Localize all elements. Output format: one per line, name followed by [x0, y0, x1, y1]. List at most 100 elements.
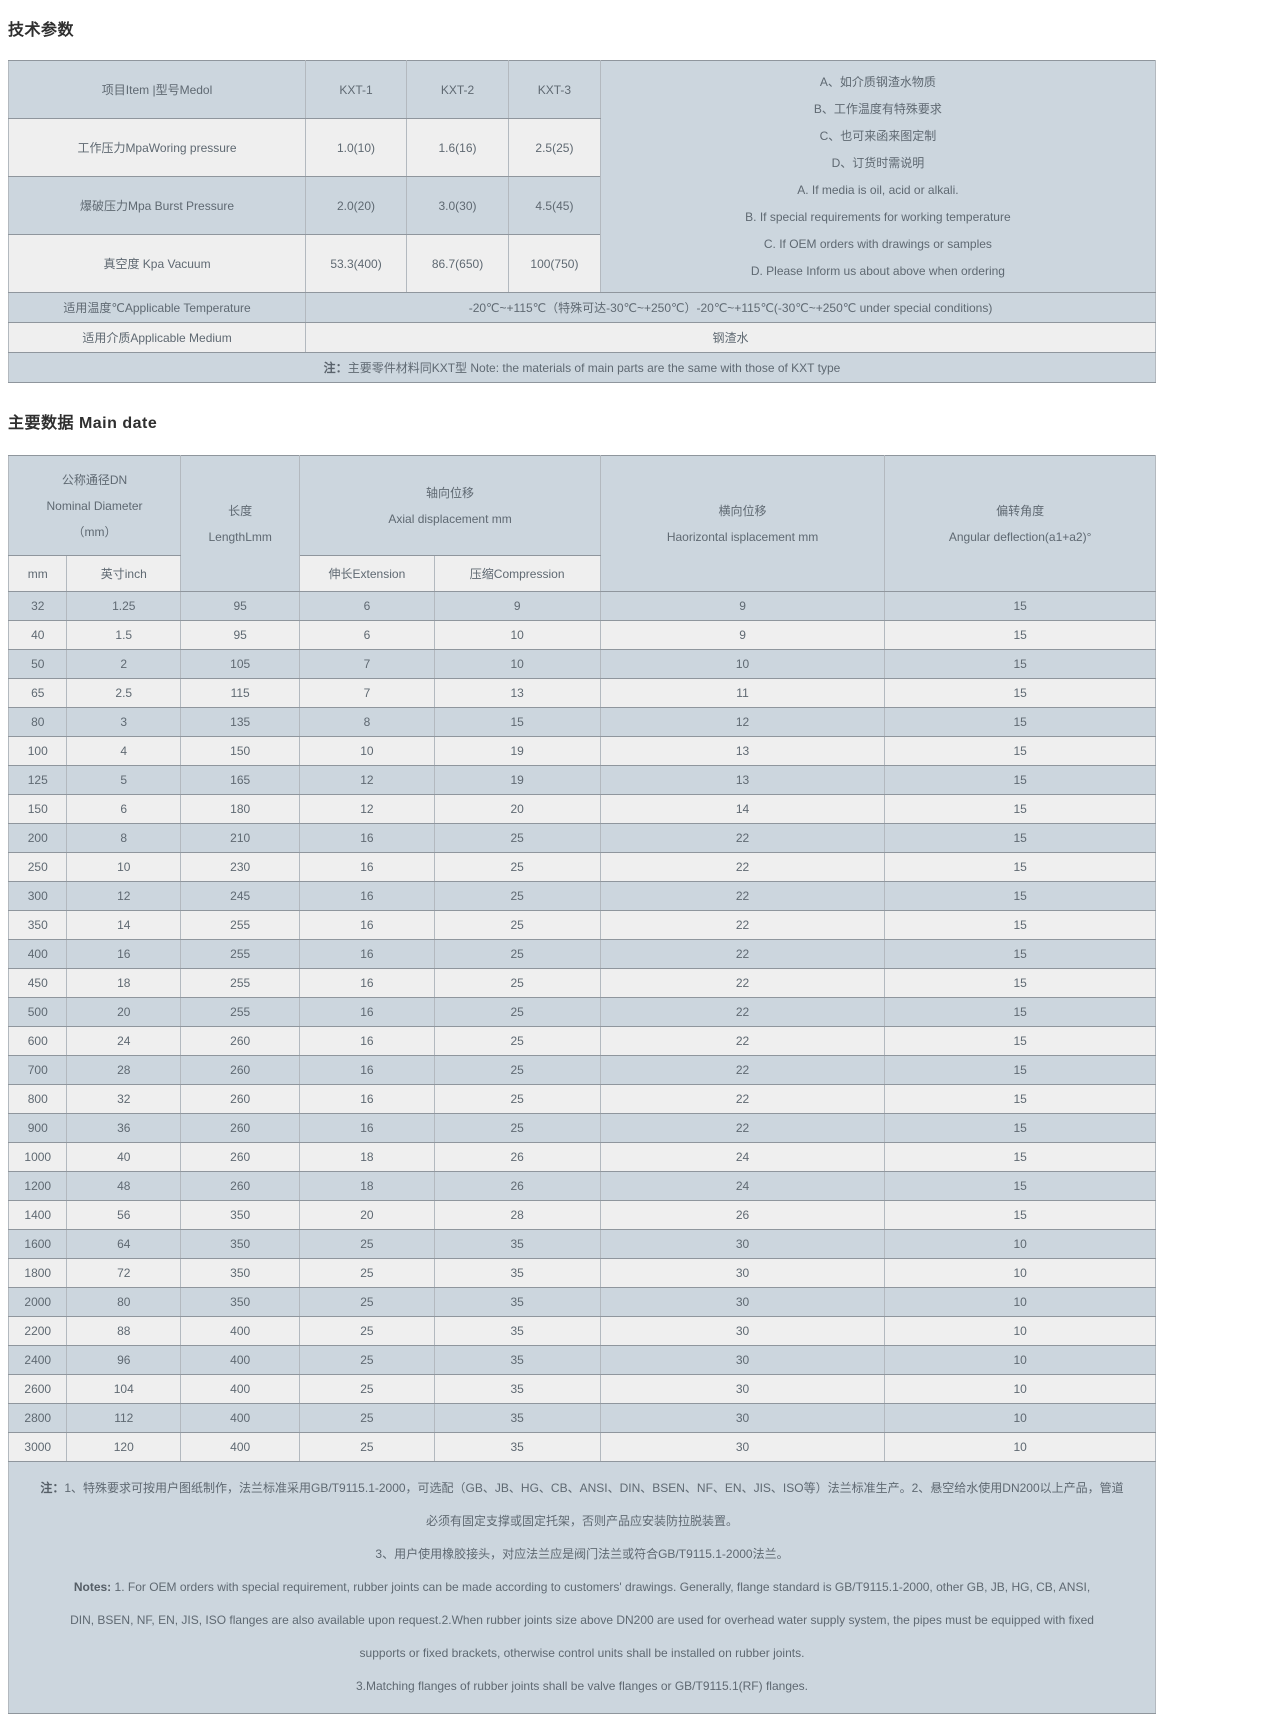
main-data-table: 公称通径DN Nominal Diameter （mm） 长度 LengthLm…: [8, 455, 1156, 1714]
table-cell: 20: [300, 1201, 434, 1230]
table-cell: 300: [9, 882, 67, 911]
table-cell: 15: [885, 592, 1156, 621]
table-cell: 230: [181, 853, 300, 882]
vacuum-kxt2: 86.7(650): [406, 235, 508, 293]
main-note-line: Notes: 1. For OEM orders with special re…: [15, 1571, 1149, 1604]
table-cell: 25: [434, 911, 600, 940]
table-cell: 48: [67, 1172, 181, 1201]
table-cell: 400: [181, 1433, 300, 1462]
side-note-line: C、也可来函来图定制: [605, 123, 1151, 150]
table-cell: 400: [181, 1404, 300, 1433]
table-row: 适用介质Applicable Medium 钢渣水: [9, 323, 1156, 353]
table-cell: 15: [885, 679, 1156, 708]
table-cell: 15: [885, 969, 1156, 998]
table-cell: 150: [9, 795, 67, 824]
table-cell: 15: [885, 766, 1156, 795]
table-cell: 95: [181, 621, 300, 650]
table-cell: 15: [885, 1114, 1156, 1143]
table-row: 5002025516252215: [9, 998, 1156, 1027]
table-cell: 26: [434, 1172, 600, 1201]
table-cell: 180: [181, 795, 300, 824]
table-cell: 210: [181, 824, 300, 853]
table-row: 20008035025353010: [9, 1288, 1156, 1317]
side-note-line: C. If OEM orders with drawings or sample…: [605, 231, 1151, 258]
table-cell: 15: [885, 1172, 1156, 1201]
table-cell: 30: [600, 1375, 884, 1404]
table-row: 125516512191315: [9, 766, 1156, 795]
table-cell: 10: [434, 650, 600, 679]
table-row: 8003226016252215: [9, 1085, 1156, 1114]
table-cell: 22: [600, 1114, 884, 1143]
table-cell: 255: [181, 911, 300, 940]
table-cell: 30: [600, 1259, 884, 1288]
table-cell: 15: [885, 1143, 1156, 1172]
table-cell: 16: [300, 1114, 434, 1143]
table-cell: 80: [9, 708, 67, 737]
table-cell: 10: [885, 1259, 1156, 1288]
table-cell: 19: [434, 737, 600, 766]
table-cell: 16: [300, 1056, 434, 1085]
table-cell: 10: [434, 621, 600, 650]
table-cell: 1400: [9, 1201, 67, 1230]
table-cell: 165: [181, 766, 300, 795]
table-cell: 115: [181, 679, 300, 708]
table-cell: 15: [885, 882, 1156, 911]
table-cell: 10: [885, 1288, 1156, 1317]
side-note-line: A、如介质钢渣水物质: [605, 69, 1151, 96]
table-row: 401.595610915: [9, 621, 1156, 650]
table-cell: 28: [434, 1201, 600, 1230]
section-title-main-data: 主要数据 Main date: [8, 409, 1156, 433]
table-cell: 10: [885, 1433, 1156, 1462]
table-cell: 4: [67, 737, 181, 766]
table-cell: 7: [300, 679, 434, 708]
table-cell: 260: [181, 1143, 300, 1172]
table-cell: 35: [434, 1317, 600, 1346]
table-cell: 19: [434, 766, 600, 795]
table-cell: 16: [300, 824, 434, 853]
main-note-line: 必须有固定支撑或固定托架，否则产品应安装防拉脱装置。: [15, 1505, 1149, 1538]
table-cell: 64: [67, 1230, 181, 1259]
table-cell: 16: [300, 882, 434, 911]
burst-pressure-kxt2: 3.0(30): [406, 177, 508, 235]
table-cell: 24: [600, 1143, 884, 1172]
table-cell: 12: [600, 708, 884, 737]
table-cell: 260: [181, 1056, 300, 1085]
table-row: 4501825516252215: [9, 969, 1156, 998]
table-cell: 15: [885, 853, 1156, 882]
table-row: 321.259569915: [9, 592, 1156, 621]
table-cell: 25: [300, 1404, 434, 1433]
table-cell: 25: [300, 1433, 434, 1462]
main-notes: 注：1、特殊要求可按用户图纸制作，法兰标准采用GB/T9115.1-2000，可…: [9, 1462, 1156, 1714]
table-cell: 25: [434, 1027, 600, 1056]
table-cell: 1000: [9, 1143, 67, 1172]
main-header-row: 公称通径DN Nominal Diameter （mm） 长度 LengthLm…: [9, 456, 1156, 556]
table-cell: 35: [434, 1375, 600, 1404]
table-cell: 50: [9, 650, 67, 679]
table-cell: 7: [300, 650, 434, 679]
working-pressure-kxt1: 1.0(10): [306, 119, 407, 177]
header-nominal-diameter: 公称通径DN Nominal Diameter （mm）: [9, 456, 181, 556]
table-row: 14005635020282615: [9, 1201, 1156, 1230]
table-cell: 32: [9, 592, 67, 621]
table-cell: 2000: [9, 1288, 67, 1317]
table-cell: 260: [181, 1027, 300, 1056]
table-cell: 65: [9, 679, 67, 708]
table-cell: 22: [600, 969, 884, 998]
table-cell: 15: [885, 998, 1156, 1027]
table-cell: 26: [434, 1143, 600, 1172]
table-cell: 25: [434, 853, 600, 882]
vacuum-kxt1: 53.3(400): [306, 235, 407, 293]
table-cell: 400: [9, 940, 67, 969]
table-cell: 16: [300, 940, 434, 969]
table-row: 6002426016252215: [9, 1027, 1156, 1056]
table-cell: 10: [885, 1375, 1156, 1404]
table-cell: 25: [300, 1288, 434, 1317]
table-cell: 30: [600, 1404, 884, 1433]
table-cell: 36: [67, 1114, 181, 1143]
table-row: 652.51157131115: [9, 679, 1156, 708]
table-row: 10004026018262415: [9, 1143, 1156, 1172]
table-cell: 30: [600, 1288, 884, 1317]
table-row: 22008840025353010: [9, 1317, 1156, 1346]
table-cell: 15: [885, 911, 1156, 940]
table-cell: 72: [67, 1259, 181, 1288]
